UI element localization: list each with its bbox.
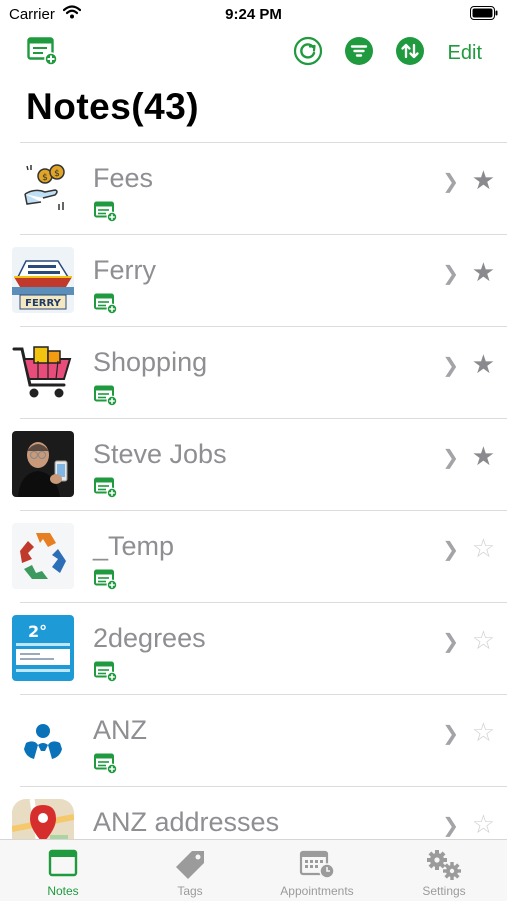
note-calendar-icon (94, 477, 118, 504)
tab-label: Settings (422, 884, 466, 898)
list-item[interactable]: _Temp ❯ ☆ (12, 510, 507, 602)
new-note-button[interactable] (26, 36, 60, 70)
tab-label: Notes (47, 884, 79, 898)
tab-label: Tags (177, 884, 203, 898)
star-outline-icon[interactable]: ☆ (472, 809, 495, 840)
svg-text:$: $ (54, 169, 60, 179)
money-hand-icon: $ $ (12, 155, 74, 221)
note-calendar-icon (94, 293, 118, 320)
refresh-icon (293, 36, 323, 71)
list-item[interactable]: $ $ Fees ❯ ★ (20, 142, 507, 234)
document-card-icon: 2° (12, 615, 74, 681)
shopping-cart-icon (12, 339, 74, 405)
clock: 9:24 PM (225, 6, 282, 23)
note-title: Shopping (93, 347, 208, 377)
note-title: ANZ (93, 715, 147, 745)
tab-bar: Notes Tags Appointments Settings (0, 839, 507, 901)
star-outline-icon[interactable]: ☆ (472, 533, 495, 564)
notes-window-icon (0, 849, 126, 877)
note-title: Ferry (93, 255, 156, 285)
battery-icon (470, 6, 498, 24)
ferry-icon: FERRY (12, 247, 74, 313)
star-icon[interactable]: ★ (472, 441, 495, 472)
chevron-right-icon: ❯ (442, 447, 459, 469)
note-title: Fees (93, 163, 154, 193)
note-calendar-icon (94, 753, 118, 780)
refresh-button[interactable] (291, 36, 325, 70)
note-calendar-icon (94, 661, 118, 688)
note-calendar-icon (94, 569, 118, 596)
list-item[interactable]: Steve Jobs ❯ ★ (12, 418, 507, 510)
filter-button[interactable] (342, 36, 376, 70)
list-item[interactable]: ANZ ❯ ☆ (20, 694, 507, 786)
tab-notes[interactable]: Notes (0, 840, 126, 901)
gears-icon (381, 849, 507, 881)
star-icon[interactable]: ★ (472, 165, 495, 196)
ferry-logo-text: FERRY (25, 298, 62, 309)
star-icon[interactable]: ★ (472, 257, 495, 288)
tab-appointments[interactable]: Appointments (254, 840, 380, 901)
chevron-right-icon: ❯ (442, 355, 459, 377)
star-icon[interactable]: ★ (472, 349, 495, 380)
list-item[interactable]: Shopping ❯ ★ (12, 326, 507, 418)
note-calendar-icon (94, 201, 118, 228)
chevron-right-icon: ❯ (442, 723, 459, 745)
star-outline-icon[interactable]: ☆ (472, 625, 495, 656)
tab-tags[interactable]: Tags (127, 840, 253, 901)
edit-button[interactable]: Edit (448, 42, 482, 65)
list-item[interactable]: 2° 2degrees ❯ ☆ (12, 602, 507, 694)
person-photo-icon (12, 431, 74, 497)
tag-icon (127, 849, 253, 881)
sort-button[interactable] (393, 36, 427, 70)
filter-icon (344, 36, 374, 71)
anz-logo-icon (12, 707, 74, 773)
status-bar: Carrier 9:24 PM (0, 0, 507, 30)
chevron-right-icon: ❯ (442, 631, 459, 653)
note-title: 2degrees (93, 623, 206, 653)
note-calendar-icon (94, 385, 118, 412)
toolbar: Edit (0, 36, 507, 72)
chevron-right-icon: ❯ (442, 263, 459, 285)
new-note-icon (27, 36, 59, 71)
star-outline-icon[interactable]: ☆ (472, 717, 495, 748)
tab-settings[interactable]: Settings (381, 840, 507, 901)
note-title: _Temp (93, 531, 175, 561)
chevron-right-icon: ❯ (442, 171, 459, 193)
note-title: ANZ addresses (93, 807, 280, 837)
page-title: Notes(43) (26, 86, 200, 127)
sort-icon (395, 36, 425, 71)
notes-list: $ $ Fees ❯ ★ FERRY Ferry ❯ ★ Shopping ❯ … (0, 142, 507, 878)
list-item[interactable]: FERRY Ferry ❯ ★ (12, 234, 507, 326)
svg-text:$: $ (42, 173, 48, 183)
tab-label: Appointments (280, 884, 354, 898)
calendar-clock-icon (254, 849, 380, 879)
chevron-right-icon: ❯ (442, 815, 459, 837)
note-title: Steve Jobs (93, 439, 227, 469)
2degrees-logo-text: 2° (28, 622, 47, 641)
recycle-icon (12, 523, 74, 589)
chevron-right-icon: ❯ (442, 539, 459, 561)
